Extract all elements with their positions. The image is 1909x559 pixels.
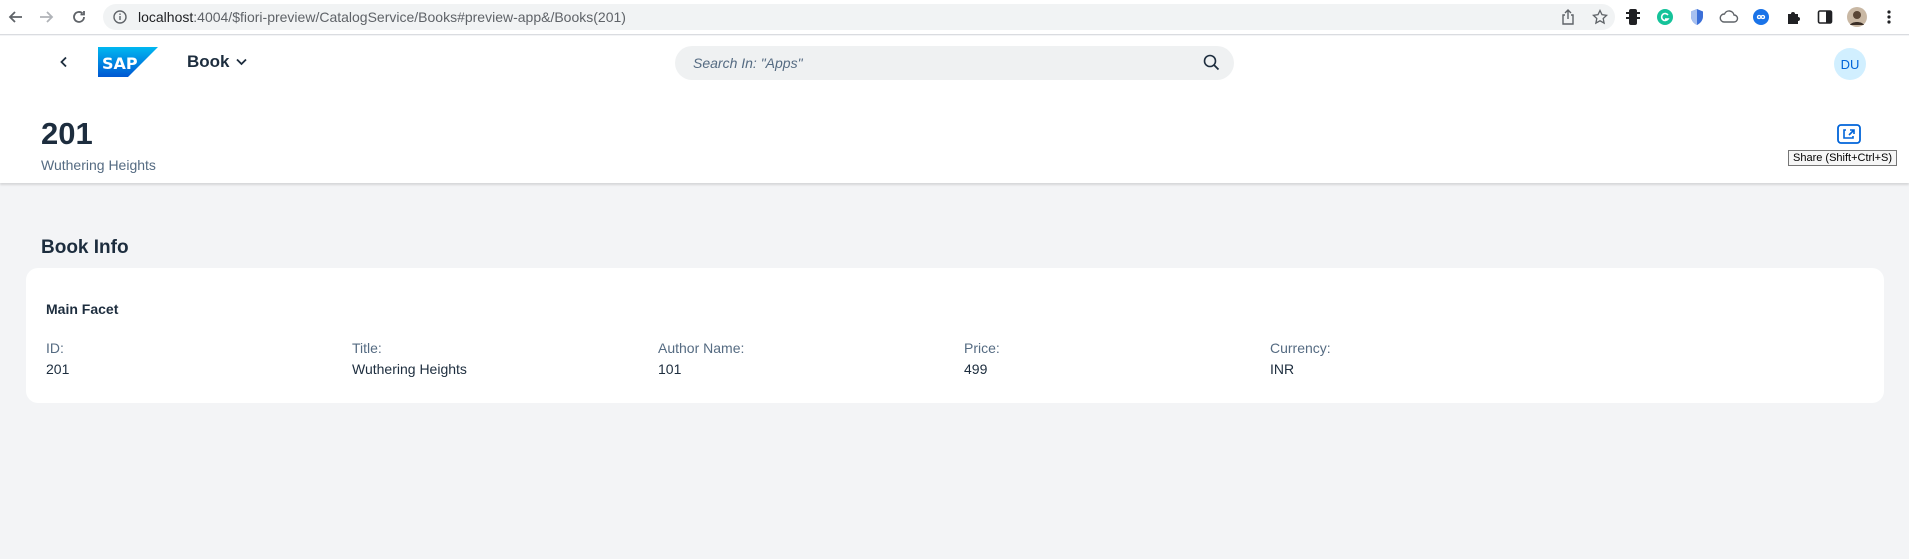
field-price: Price: 499 (964, 340, 1000, 377)
site-info-icon[interactable] (112, 9, 128, 25)
field-value: 499 (964, 361, 988, 377)
field-title: Title: Wuthering Heights (352, 340, 467, 377)
extensions-puzzle-icon[interactable] (1782, 6, 1804, 28)
share-icon (1837, 124, 1861, 144)
field-label: Price: (964, 340, 1000, 356)
profile-avatar-icon[interactable] (1846, 6, 1868, 28)
facet-card: Main Facet ID: 201 Title: Wuthering Heig… (26, 268, 1884, 403)
shield-extension-icon[interactable] (1686, 6, 1708, 28)
field-label: ID: (46, 340, 64, 356)
object-page-header: 201 Wuthering Heights Share (Shift+Ctrl+… (0, 88, 1909, 183)
side-panel-icon[interactable] (1814, 6, 1836, 28)
search-input[interactable] (693, 55, 1173, 71)
chevron-down-icon (235, 58, 247, 66)
cloud-extension-icon[interactable] (1718, 6, 1740, 28)
browser-toolbar: localhost:4004/$fiori-preview/CatalogSer… (0, 0, 1909, 35)
facet-title: Main Facet (46, 301, 119, 317)
url-text: localhost:4004/$fiori-preview/CatalogSer… (138, 9, 626, 25)
shell-bar: SAP Book DU (0, 36, 1909, 88)
grammarly-icon[interactable] (1654, 6, 1676, 28)
svg-text:SAP: SAP (102, 54, 138, 73)
chevron-left-icon (60, 56, 67, 68)
field-value: 201 (46, 361, 70, 377)
search-field[interactable] (675, 46, 1234, 80)
infinity-extension-icon[interactable] (1750, 6, 1772, 28)
page-title: 201 (41, 116, 93, 151)
field-value: INR (1270, 361, 1295, 377)
field-value: Wuthering Heights (352, 361, 467, 377)
address-bar[interactable]: localhost:4004/$fiori-preview/CatalogSer… (103, 4, 1615, 30)
field-value: 101 (658, 361, 682, 377)
page-subtitle: Wuthering Heights (41, 157, 156, 173)
browser-menu-icon[interactable] (1878, 6, 1900, 28)
field-label: Author Name: (658, 340, 745, 356)
sap-logo[interactable]: SAP (98, 47, 158, 82)
url-host: localhost (138, 9, 194, 25)
search-icon[interactable] (1203, 54, 1220, 76)
app-title-menu[interactable]: Book (187, 52, 247, 72)
reload-icon[interactable] (67, 5, 91, 29)
section-title: Book Info (41, 237, 129, 258)
forward-arrow-icon[interactable] (34, 5, 58, 29)
bookmark-star-icon[interactable] (1591, 7, 1609, 27)
app-title: Book (187, 52, 230, 71)
back-button[interactable] (52, 50, 76, 74)
field-label: Title: (352, 340, 382, 356)
url-path: :4004/$fiori-preview/CatalogService/Book… (193, 9, 626, 25)
field-currency: Currency: INR (1270, 340, 1331, 377)
share-button[interactable] (1835, 122, 1863, 146)
back-arrow-icon[interactable] (4, 5, 28, 29)
share-page-icon[interactable] (1559, 7, 1577, 27)
user-avatar[interactable]: DU (1834, 48, 1866, 80)
field-id: ID: 201 (46, 340, 69, 377)
field-label: Currency: (1270, 340, 1331, 356)
share-tooltip: Share (Shift+Ctrl+S) (1788, 150, 1898, 166)
extension-traffic-light-icon[interactable] (1622, 6, 1644, 28)
field-author-name: Author Name: 101 (658, 340, 744, 377)
